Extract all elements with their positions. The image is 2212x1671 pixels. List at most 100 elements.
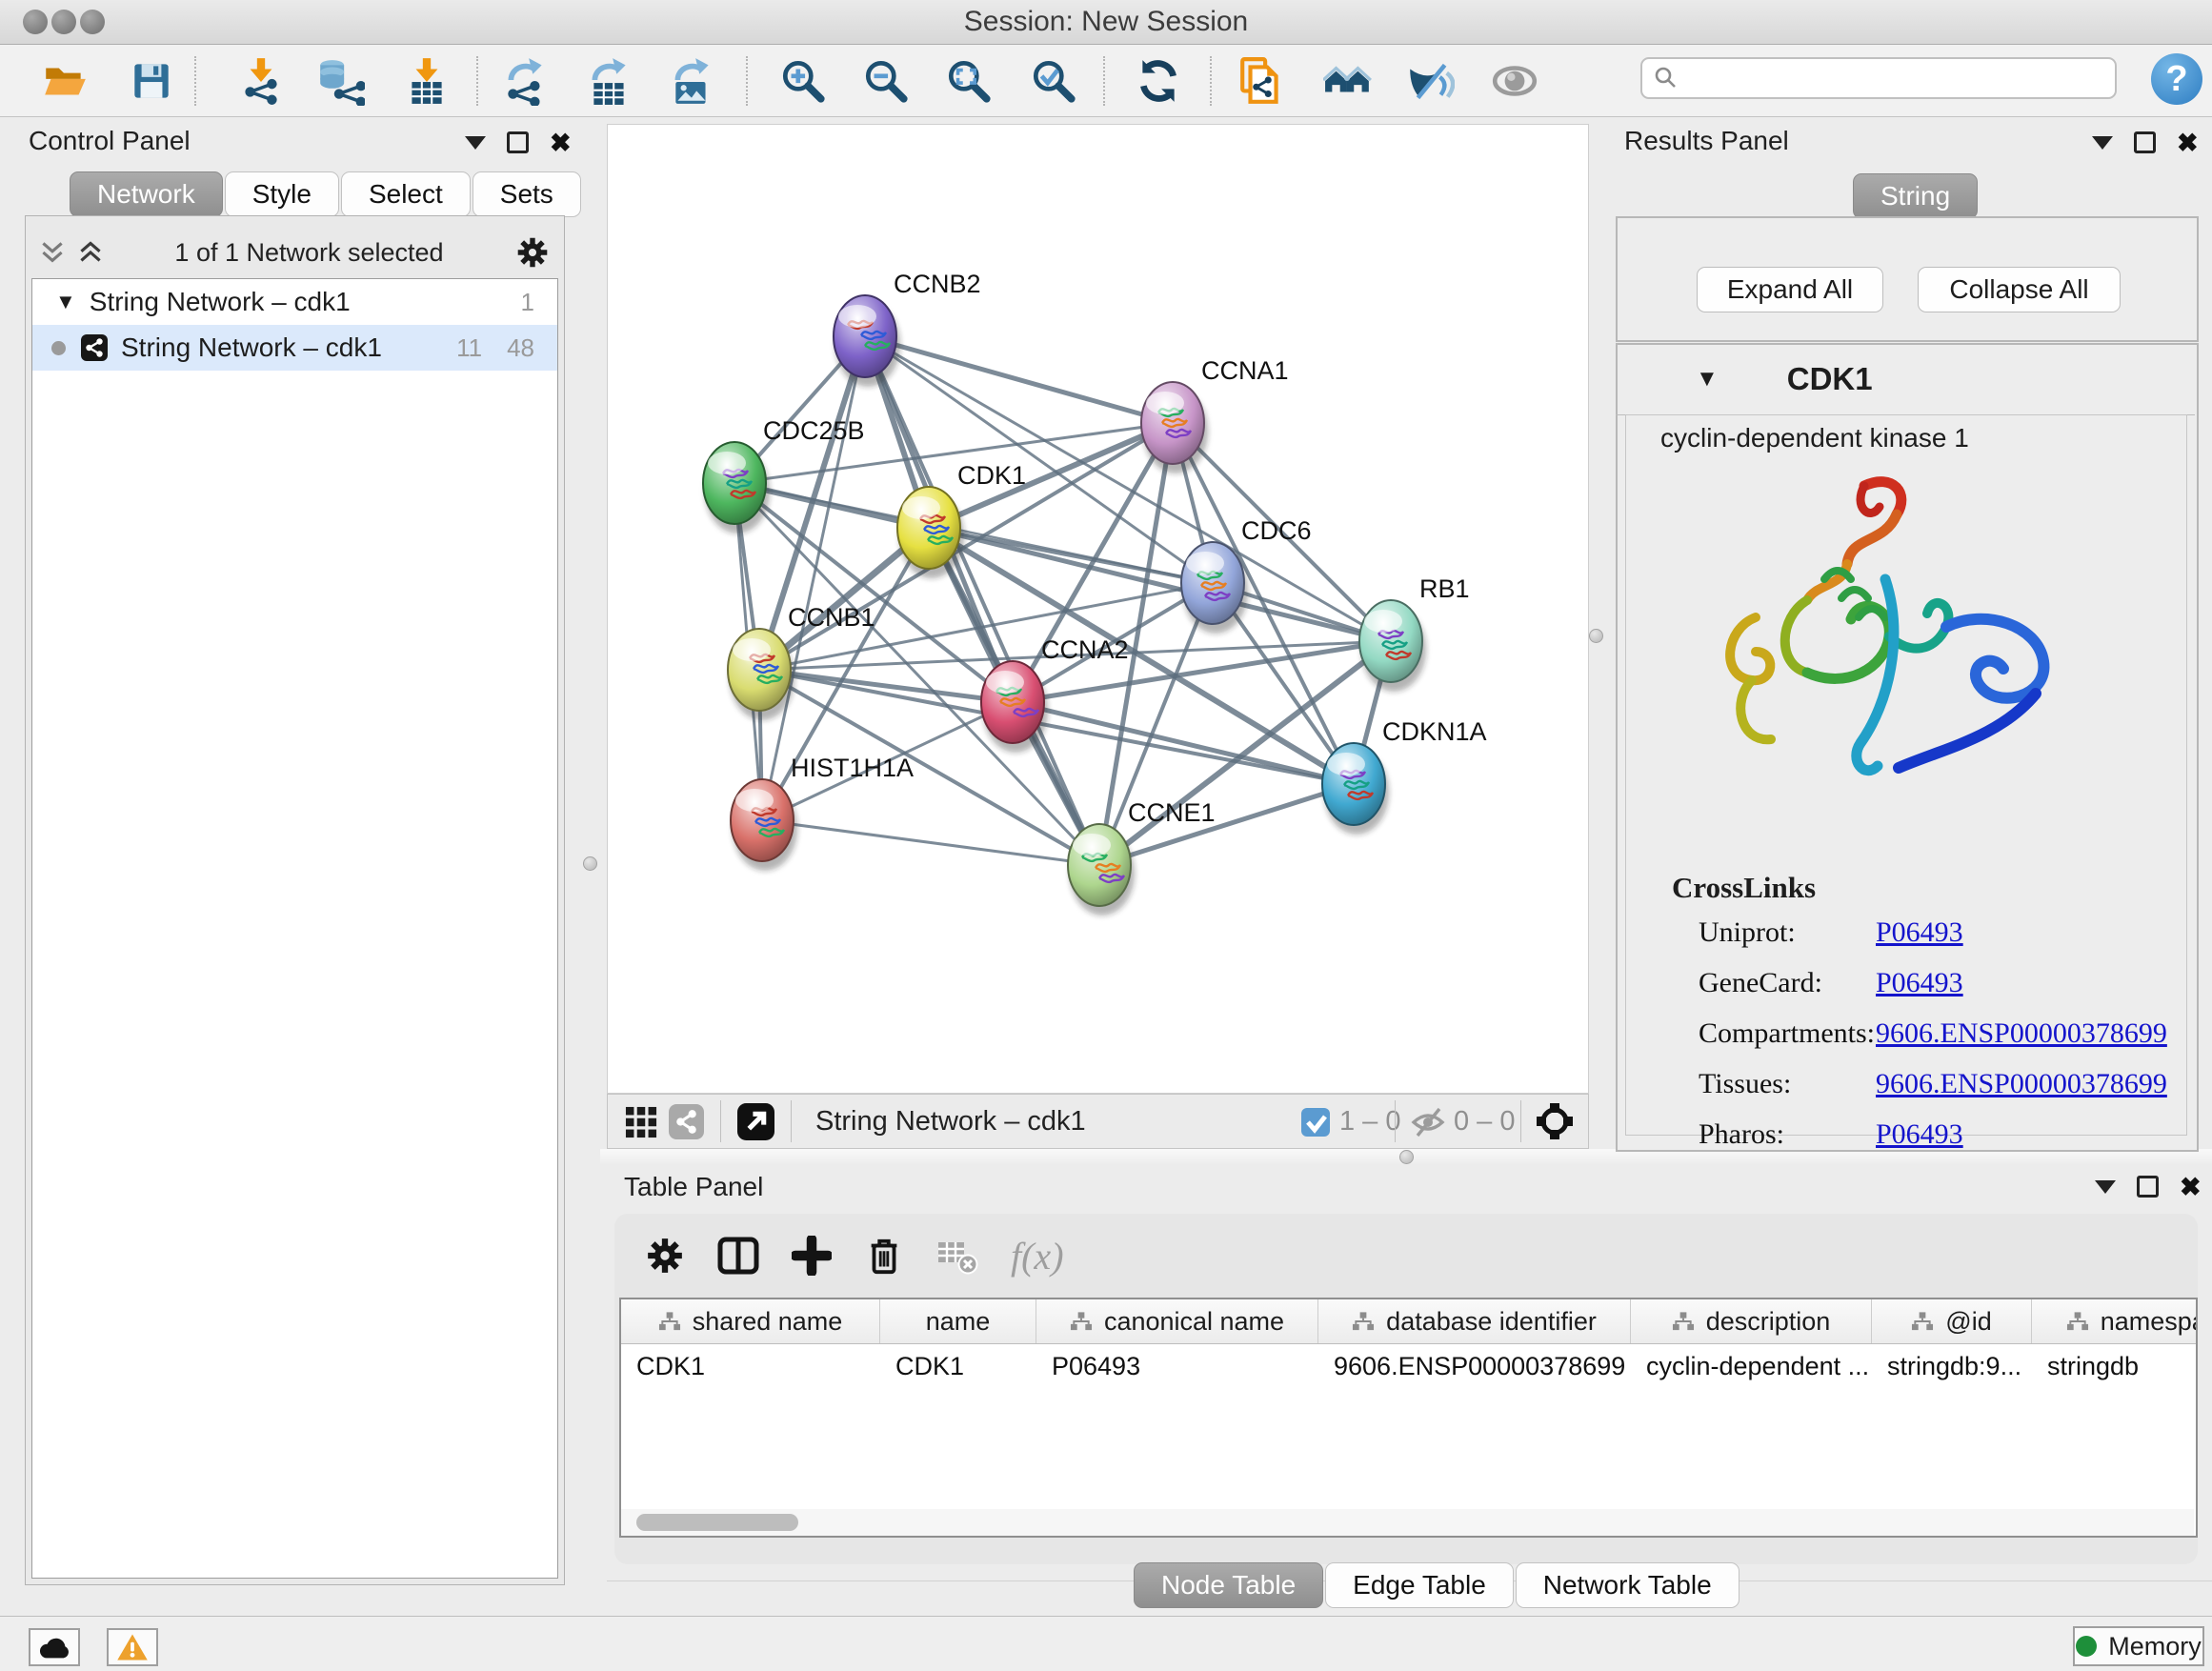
network-node-cdkn1a[interactable]: CDKN1A xyxy=(1322,717,1487,835)
save-session-icon[interactable] xyxy=(121,54,182,108)
results-float-icon[interactable] xyxy=(2134,131,2156,153)
expand-all-icon[interactable] xyxy=(78,241,103,264)
table-float-icon[interactable] xyxy=(2137,1176,2159,1198)
node-table[interactable]: shared namename canonical name database … xyxy=(619,1298,2198,1538)
column-header-shared-name[interactable]: shared name xyxy=(621,1299,880,1343)
table-toolbar: f(x) xyxy=(614,1214,1064,1298)
search-box[interactable] xyxy=(1640,57,2117,99)
column-header-name[interactable]: name xyxy=(880,1299,1036,1343)
network-options-gear-icon[interactable] xyxy=(515,235,550,270)
network-edge[interactable] xyxy=(762,820,1099,865)
crosslink-link[interactable]: P06493 xyxy=(1876,1118,1963,1151)
tab-sets[interactable]: Sets xyxy=(473,171,581,217)
cdk1-result-header[interactable]: ▼ CDK1 xyxy=(1616,343,2195,415)
crosslink-link[interactable]: 9606.ENSP00000378699 xyxy=(1876,1017,2167,1050)
splitter-handle-icon[interactable] xyxy=(1399,1150,1414,1164)
table-close-icon[interactable]: ✖ xyxy=(2180,1178,2202,1197)
network-edge[interactable] xyxy=(865,336,1173,423)
network-collection-row[interactable]: ▼ String Network – cdk1 1 xyxy=(32,279,557,325)
hide-glasses-icon[interactable] xyxy=(1399,54,1460,108)
zoom-in-icon[interactable] xyxy=(773,54,834,108)
node-label: CCNA1 xyxy=(1201,356,1289,385)
collection-label: String Network – cdk1 xyxy=(90,287,521,317)
results-close-icon[interactable]: ✖ xyxy=(2177,133,2199,152)
warnings-button[interactable] xyxy=(107,1628,158,1666)
network-node-rb1[interactable]: RB1 xyxy=(1359,574,1470,692)
help-icon[interactable]: ? xyxy=(2151,53,2202,105)
memory-button[interactable]: Memory xyxy=(2073,1626,2204,1666)
tab-network-table[interactable]: Network Table xyxy=(1516,1562,1739,1608)
column-namespace-icon xyxy=(1911,1311,1934,1332)
network-node-cdk1[interactable]: CDK1 xyxy=(897,461,1026,578)
add-column-icon[interactable] xyxy=(792,1236,832,1276)
table-options-gear-icon[interactable] xyxy=(645,1236,685,1276)
cloud-button[interactable] xyxy=(29,1628,80,1666)
right-splitter-handle-icon[interactable] xyxy=(1589,629,1603,643)
search-input[interactable] xyxy=(1679,63,2115,94)
node-label: CCNB1 xyxy=(788,603,875,632)
table-row[interactable]: CDK1CDK1P064939606.ENSP00000378699cyclin… xyxy=(621,1344,2196,1388)
network-node-ccne1[interactable]: CCNE1 xyxy=(1068,798,1216,916)
protein-description: cyclin-dependent kinase 1 xyxy=(1660,423,1969,453)
network-edge[interactable] xyxy=(865,336,1099,865)
share-document-icon[interactable] xyxy=(1232,54,1293,108)
open-in-new-window-icon[interactable] xyxy=(737,1103,774,1140)
network-canvas[interactable]: CCNB2CCNA1CDC25BCDK1CDC6RB1CCNB1CCNA2CDK… xyxy=(607,124,1589,1094)
left-splitter-handle-icon[interactable] xyxy=(583,856,597,871)
network-edge[interactable] xyxy=(865,336,1391,641)
network-graph[interactable]: CCNB2CCNA1CDC25BCDK1CDC6RB1CCNB1CCNA2CDK… xyxy=(608,125,1588,1093)
export-image-icon[interactable] xyxy=(662,54,723,108)
inspector-eye-icon[interactable] xyxy=(1484,54,1545,108)
crosslink-link[interactable]: 9606.ENSP00000378699 xyxy=(1876,1068,2167,1100)
column-header-canonical-name[interactable]: canonical name xyxy=(1036,1299,1318,1343)
table-cell: CDK1 xyxy=(621,1344,880,1388)
zoom-fit-icon[interactable] xyxy=(938,54,999,108)
open-session-icon[interactable] xyxy=(34,54,95,108)
export-network-icon[interactable] xyxy=(495,54,556,108)
selection-status-text: 1 of 1 Network selected xyxy=(103,238,515,268)
crosslink-link[interactable]: P06493 xyxy=(1876,916,1963,949)
tab-edge-table[interactable]: Edge Table xyxy=(1325,1562,1514,1608)
show-columns-icon[interactable] xyxy=(717,1236,759,1276)
export-table-icon[interactable] xyxy=(579,54,640,108)
tab-select[interactable]: Select xyxy=(341,171,471,217)
collection-expander-icon[interactable]: ▼ xyxy=(55,290,76,314)
panel-float-icon[interactable] xyxy=(507,131,529,153)
delete-column-icon[interactable] xyxy=(864,1235,904,1277)
table-body: CDK1CDK1P064939606.ENSP00000378699cyclin… xyxy=(621,1344,2196,1388)
cdk1-expander-icon[interactable]: ▼ xyxy=(1696,366,1719,393)
column-header-description[interactable]: description xyxy=(1631,1299,1872,1343)
tab-string[interactable]: String xyxy=(1853,173,1978,219)
collapse-all-icon[interactable] xyxy=(40,241,65,264)
column-header--id[interactable]: @id xyxy=(1872,1299,2032,1343)
zoom-selected-icon[interactable] xyxy=(1023,54,1084,108)
zoom-out-icon[interactable] xyxy=(855,54,916,108)
table-menu-icon[interactable] xyxy=(2095,1180,2116,1194)
grid-view-icon[interactable] xyxy=(625,1106,657,1138)
crosslink-link[interactable]: P06493 xyxy=(1876,967,1963,999)
expand-all-button[interactable]: Expand All xyxy=(1697,267,1883,312)
network-node-ccna1[interactable]: CCNA1 xyxy=(1141,356,1289,473)
import-database-icon[interactable] xyxy=(310,54,371,108)
panel-menu-icon[interactable] xyxy=(465,136,486,150)
import-table-icon[interactable] xyxy=(396,54,457,108)
home-icon[interactable] xyxy=(1317,54,1378,108)
birds-eye-toggle-icon[interactable] xyxy=(1536,1102,1574,1140)
refresh-icon[interactable] xyxy=(1128,54,1189,108)
selected-checkbox-icon[interactable] xyxy=(1301,1108,1330,1137)
collapse-all-button[interactable]: Collapse All xyxy=(1918,267,2121,312)
results-menu-icon[interactable] xyxy=(2092,136,2113,150)
column-header-namespace[interactable]: namespace xyxy=(2032,1299,2198,1343)
panel-close-icon[interactable]: ✖ xyxy=(550,133,572,152)
tab-network[interactable]: Network xyxy=(70,171,223,217)
network-row-selected[interactable]: String Network – cdk1 11 48 xyxy=(32,325,557,371)
scrollbar-thumb[interactable] xyxy=(636,1514,798,1531)
tab-style[interactable]: Style xyxy=(225,171,339,217)
memory-status-icon xyxy=(2076,1636,2097,1657)
import-network-icon[interactable] xyxy=(231,54,292,108)
column-header-database-identifier[interactable]: database identifier xyxy=(1318,1299,1631,1343)
table-horizontal-scrollbar[interactable] xyxy=(621,1509,2194,1536)
tab-node-table[interactable]: Node Table xyxy=(1134,1562,1323,1608)
network-node-ccnb2[interactable]: CCNB2 xyxy=(834,270,981,387)
network-edge[interactable] xyxy=(762,336,865,820)
